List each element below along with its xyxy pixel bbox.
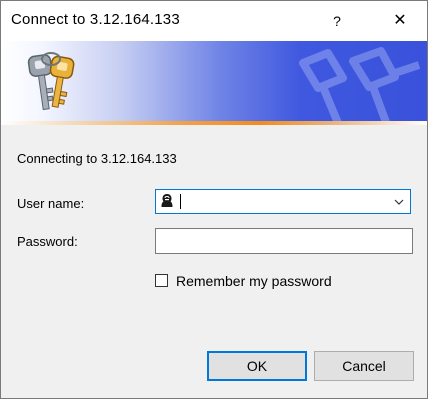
text-cursor [180,194,181,209]
keys-icon [27,52,75,111]
close-button[interactable]: ✕ [373,1,427,41]
user-icon [161,194,173,207]
help-button[interactable]: ? [314,1,360,41]
ok-button[interactable]: OK [207,351,307,381]
chevron-down-icon[interactable] [390,192,408,211]
remember-password-checkbox[interactable] [155,274,168,287]
connect-dialog: Connect to 3.12.164.133 ? ✕ Connecting t… [0,0,428,399]
remember-password-label[interactable]: Remember my password [176,273,332,289]
username-label: User name: [17,196,85,211]
username-input[interactable] [182,192,382,211]
connecting-message: Connecting to 3.12.164.133 [17,151,177,166]
password-label: Password: [17,234,78,249]
username-combobox[interactable] [155,189,411,214]
title-bar: Connect to 3.12.164.133 ? ✕ [1,1,427,41]
cancel-button[interactable]: Cancel [314,351,414,381]
password-field[interactable] [155,228,413,254]
keys-watermark-icon [299,47,421,125]
window-title: Connect to 3.12.164.133 [11,11,180,28]
